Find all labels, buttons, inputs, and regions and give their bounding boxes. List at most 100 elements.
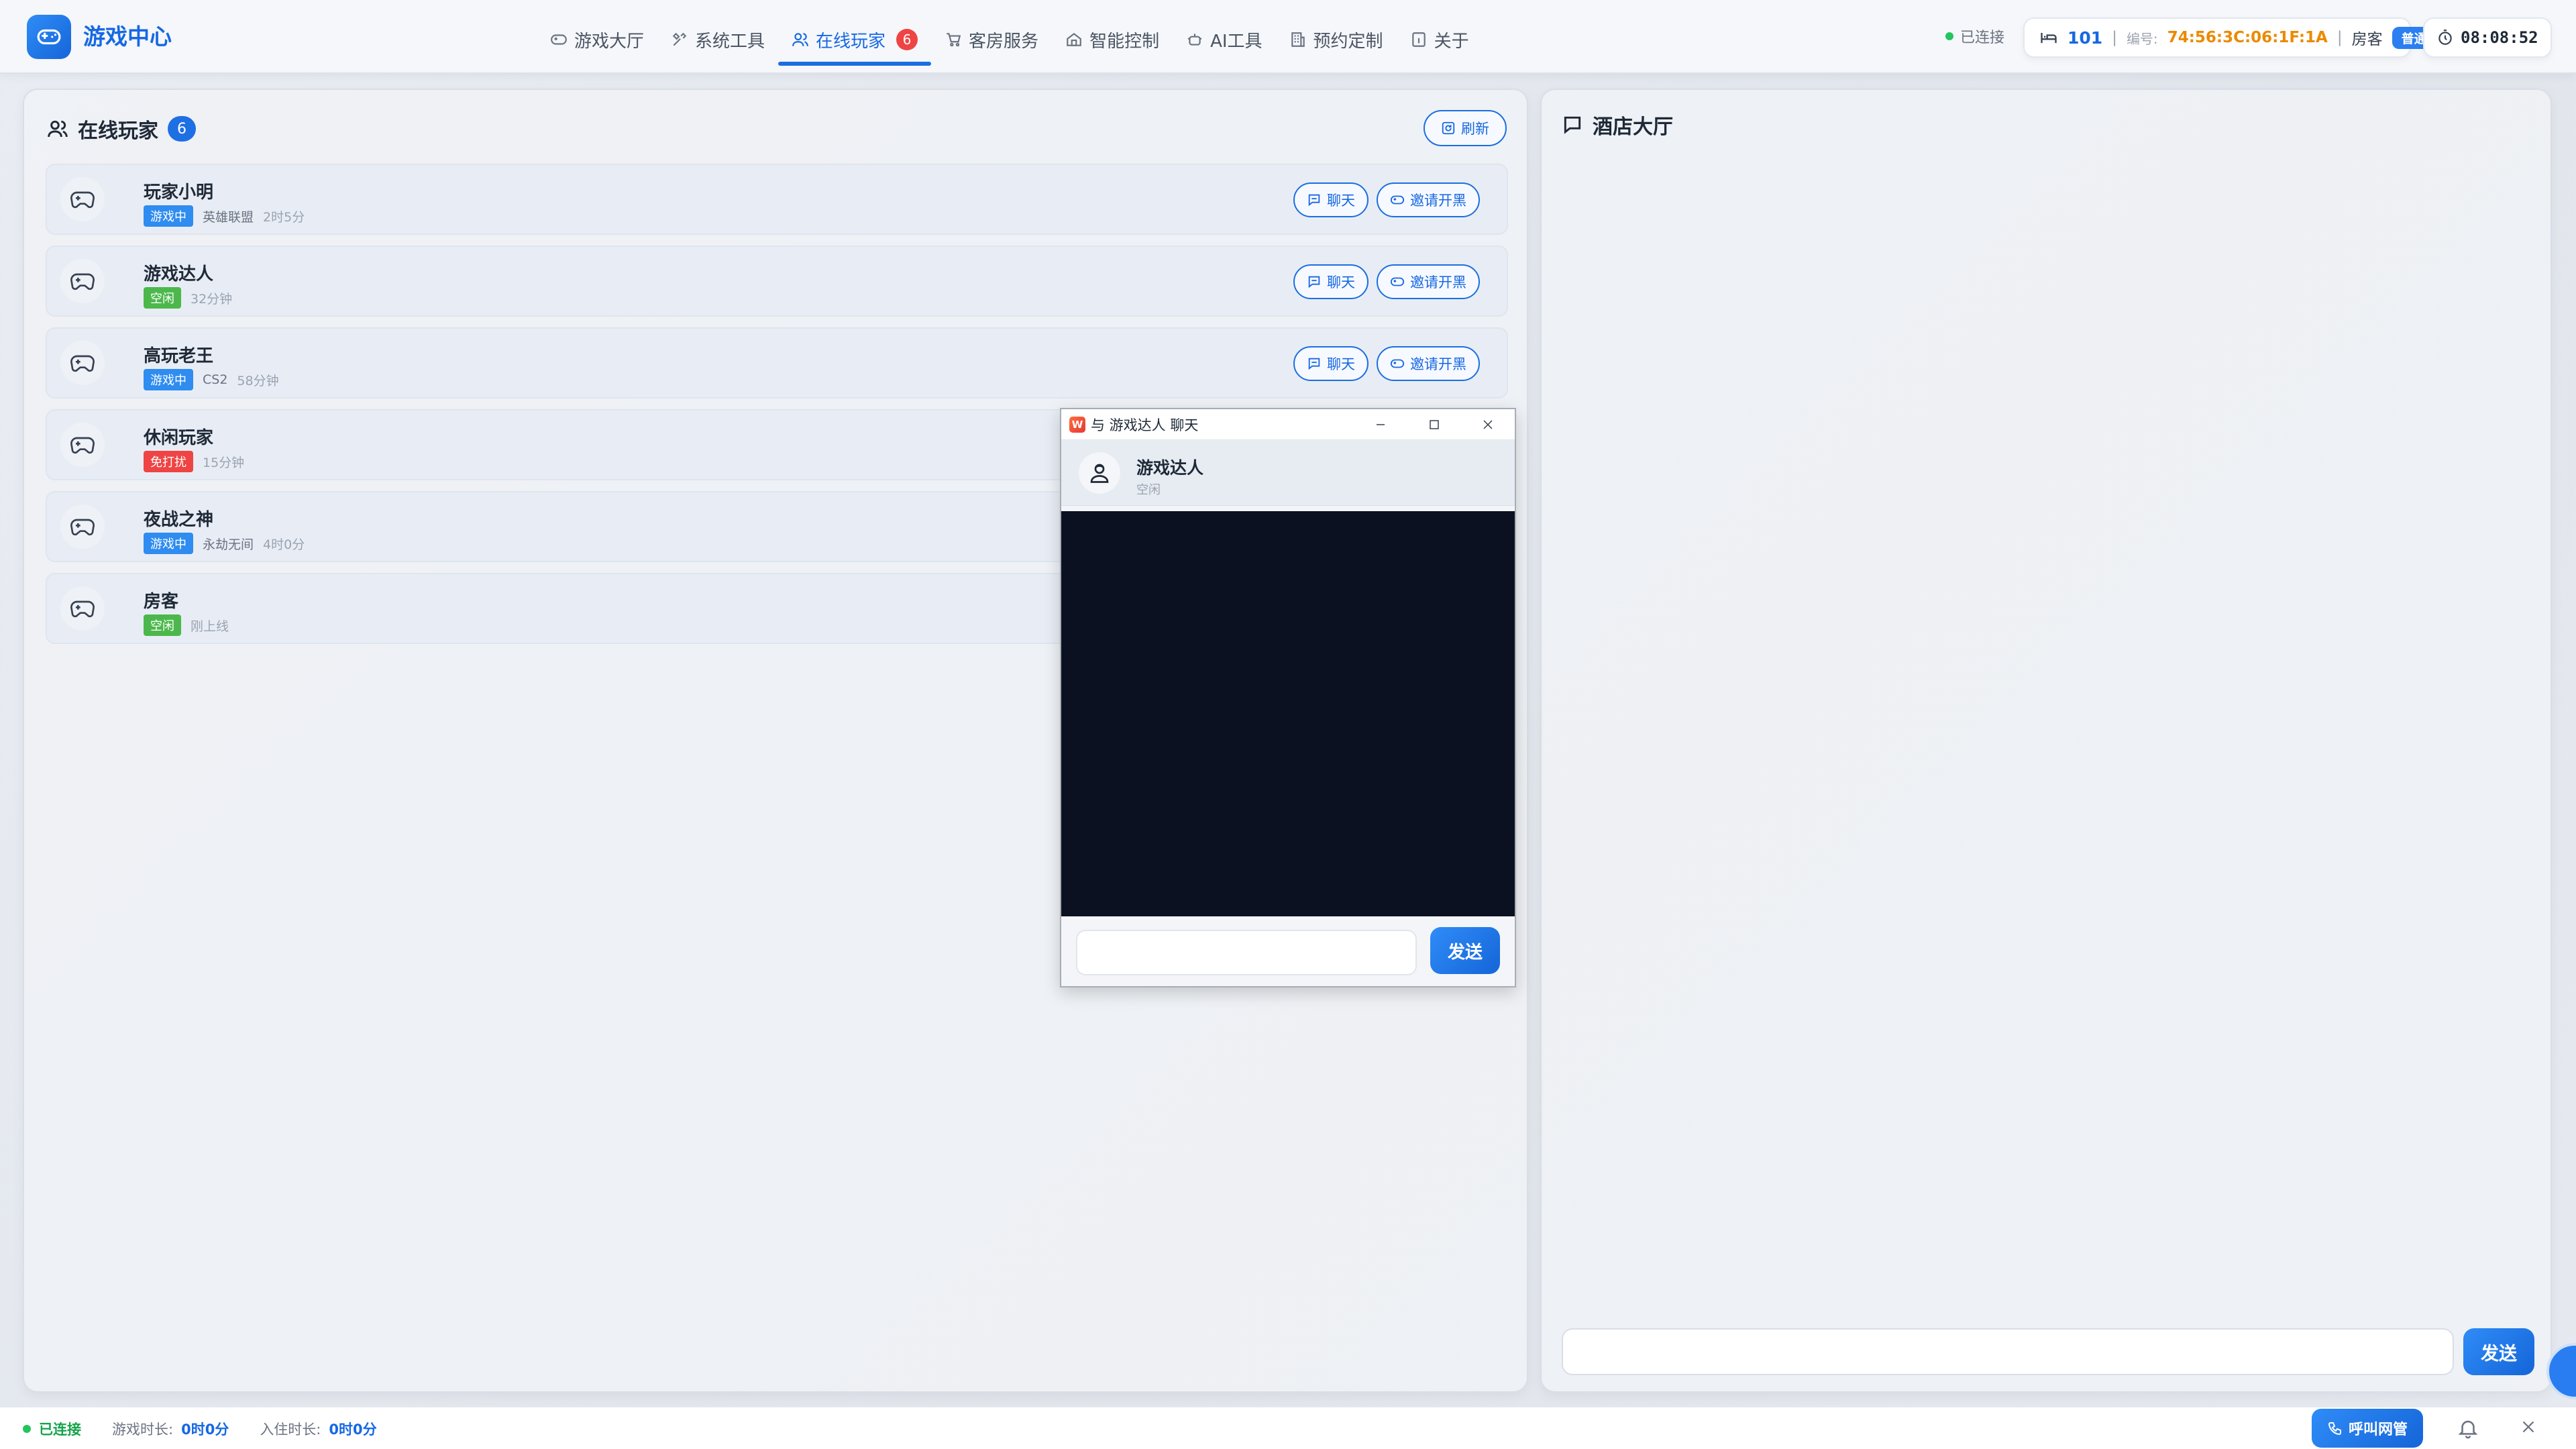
call-admin-button[interactable]: 呼叫网管: [2312, 1409, 2423, 1448]
avatar: [1079, 452, 1120, 494]
avatar: [60, 504, 105, 549]
stay-time-label: 入住时长:: [260, 1421, 321, 1438]
refresh-icon: [1441, 121, 1456, 136]
player-name: 游戏达人: [144, 264, 214, 284]
home-icon: [1065, 31, 1083, 48]
chat-button[interactable]: 聊天: [1293, 346, 1368, 381]
status-badge: 游戏中: [144, 205, 193, 227]
building-icon: [1289, 31, 1307, 48]
chat-bubble-icon: [1307, 356, 1322, 371]
peer-status: 空闲: [1136, 483, 1161, 497]
chat-button[interactable]: 聊天: [1293, 264, 1368, 299]
invite-button[interactable]: 邀请开黑: [1377, 182, 1480, 217]
room-number: 101: [2068, 28, 2103, 48]
chat-label: 聊天: [1327, 193, 1355, 209]
timer-value: 08:08:52: [2461, 28, 2538, 47]
robot-icon: [1186, 31, 1203, 48]
notification-button[interactable]: [2457, 1417, 2479, 1440]
lobby-message-input[interactable]: [1562, 1328, 2454, 1375]
game-time-value: 0时0分: [181, 1421, 229, 1438]
id-label: 编号:: [2126, 30, 2158, 47]
nav-system-tools[interactable]: 系统工具: [657, 13, 778, 66]
invite-button[interactable]: 邀请开黑: [1377, 346, 1480, 381]
nav-smart-control[interactable]: 智能控制: [1052, 13, 1173, 66]
session-timer: 08:08:52: [2423, 17, 2552, 58]
refresh-button[interactable]: 刷新: [1424, 110, 1507, 146]
player-meta: 游戏中 永劫无间 4时0分: [144, 533, 305, 554]
chat-message-input[interactable]: [1076, 930, 1417, 975]
list-item: 游戏达人空闲 32分钟 聊天 邀请开黑: [46, 246, 1508, 317]
room-info: 101 | 编号: 74:56:3C:06:1F:1A | 房客 普通: [2023, 17, 2436, 58]
app-logo: [27, 15, 71, 59]
nav-label: AI工具: [1210, 31, 1263, 52]
chat-send-button[interactable]: 发送: [1430, 927, 1500, 974]
status-badge: 免打扰: [144, 451, 193, 472]
player-meta: 空闲 32分钟: [144, 287, 232, 309]
gamepad-icon: [1390, 356, 1405, 371]
player-name: 房客: [144, 592, 179, 612]
status-bar: 已连接 游戏时长: 0时0分 入住时长: 0时0分: [0, 1406, 2576, 1449]
invite-button[interactable]: 邀请开黑: [1377, 264, 1480, 299]
chat-button[interactable]: 聊天: [1293, 182, 1368, 217]
list-item: 玩家小明 游戏中 英雄联盟 2时5分 聊天 邀请开黑: [46, 164, 1508, 235]
panel-title: 在线玩家: [78, 119, 158, 143]
chat-label: 聊天: [1327, 274, 1355, 290]
connection-label: 已连接: [39, 1421, 81, 1438]
statusbar-close-button[interactable]: [2518, 1417, 2538, 1437]
chat-window: W 与 游戏达人 聊天 游戏达人 空闲 发送: [1060, 408, 1516, 987]
minimize-button[interactable]: [1354, 409, 1407, 440]
gamepad-icon: [69, 513, 96, 540]
connection-status: 已连接: [1945, 25, 2004, 47]
player-game: CS2: [203, 372, 228, 387]
gamepad-icon: [69, 268, 96, 294]
game-time-label: 游戏时长:: [112, 1421, 174, 1438]
status-badge: 空闲: [144, 287, 181, 309]
player-meta: 免打扰 15分钟: [144, 451, 244, 472]
main-nav: 游戏大厅 系统工具 在线玩家 6 客房服务 智能控制 AI工具 预约定制 关于: [537, 13, 1483, 66]
player-actions: 聊天 邀请开黑: [1293, 346, 1480, 381]
player-game: 永劫无间: [203, 537, 254, 552]
lobby-send-button[interactable]: 发送: [2463, 1328, 2534, 1375]
gamepad-icon: [69, 595, 96, 622]
player-name: 夜战之神: [144, 510, 214, 530]
player-name: 休闲玩家: [144, 428, 214, 448]
refresh-label: 刷新: [1461, 121, 1489, 137]
chat-window-title: 与 游戏达人 聊天: [1091, 417, 1199, 433]
nav-online-players[interactable]: 在线玩家 6: [778, 13, 932, 66]
call-admin-label: 呼叫网管: [2348, 1421, 2408, 1438]
status-badge: 游戏中: [144, 369, 193, 390]
nav-label: 预约定制: [1313, 31, 1383, 52]
close-button[interactable]: [1461, 409, 1515, 440]
gamepad-icon: [69, 431, 96, 458]
avatar: [60, 259, 105, 303]
window-controls: [1354, 409, 1515, 440]
gamepad-icon: [1390, 274, 1405, 289]
panel-header: 在线玩家 6: [47, 114, 196, 144]
avatar: [60, 177, 105, 221]
chat-bubble-icon: [1307, 193, 1322, 207]
nav-game-lobby[interactable]: 游戏大厅: [537, 13, 657, 66]
maximize-button[interactable]: [1407, 409, 1461, 440]
chat-label: 聊天: [1327, 356, 1355, 372]
status-badge: 游戏中: [144, 533, 193, 554]
nav-count-badge: 6: [896, 29, 918, 50]
chat-window-titlebar[interactable]: W 与 游戏达人 聊天: [1061, 409, 1515, 440]
nav-label: 客房服务: [969, 31, 1039, 52]
close-icon: [1482, 419, 1494, 431]
player-name: 高玩老王: [144, 346, 214, 366]
avatar: [60, 586, 105, 631]
nav-about[interactable]: 关于: [1397, 13, 1483, 66]
status-dot: [23, 1425, 31, 1433]
player-count-badge: 6: [168, 116, 196, 142]
info-icon: [1410, 31, 1428, 48]
lobby-panel: 酒店大厅 发送: [1540, 89, 2552, 1393]
nav-room-service[interactable]: 客房服务: [931, 13, 1052, 66]
connection-label: 已连接: [1960, 30, 2005, 46]
player-actions: 聊天 邀请开黑: [1293, 264, 1480, 299]
avatar: [60, 341, 105, 385]
stay-time-value: 0时0分: [329, 1421, 377, 1438]
nav-booking[interactable]: 预约定制: [1276, 13, 1397, 66]
nav-label: 游戏大厅: [574, 31, 645, 52]
nav-ai-tools[interactable]: AI工具: [1173, 13, 1275, 66]
tools-icon: [671, 31, 688, 48]
